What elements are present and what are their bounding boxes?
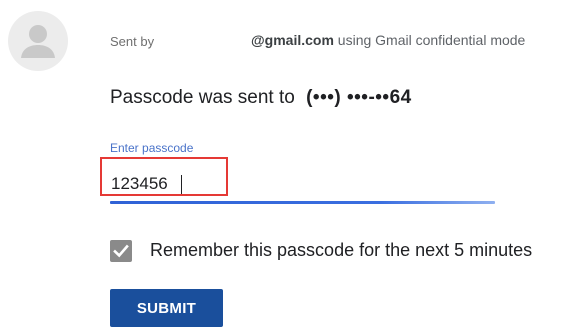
submit-button[interactable]: SUBMIT: [110, 289, 223, 327]
passcode-input[interactable]: [110, 170, 491, 198]
passcode-field-underline: [110, 201, 495, 204]
person-icon: [21, 25, 55, 58]
masked-phone-number: (•••) •••-••64: [306, 87, 412, 108]
remember-checkbox[interactable]: [110, 240, 132, 262]
remember-label[interactable]: Remember this passcode for the next 5 mi…: [150, 240, 532, 261]
passcode-field-label: Enter passcode: [110, 141, 194, 155]
text-cursor: [181, 175, 182, 196]
passcode-sent-message: Passcode was sent to (•••) •••-••64: [110, 87, 412, 109]
passcode-field: [110, 160, 495, 206]
sender-email: @gmail.com: [251, 32, 334, 48]
passcode-sent-text: Passcode was sent to: [110, 87, 295, 108]
check-icon: [113, 244, 129, 258]
avatar: [8, 11, 68, 71]
confidential-mode-text: using Gmail confidential mode: [337, 32, 526, 48]
sender-info: @gmail.com using Gmail confidential mode: [251, 32, 525, 48]
sent-by-label: Sent by: [110, 34, 155, 49]
